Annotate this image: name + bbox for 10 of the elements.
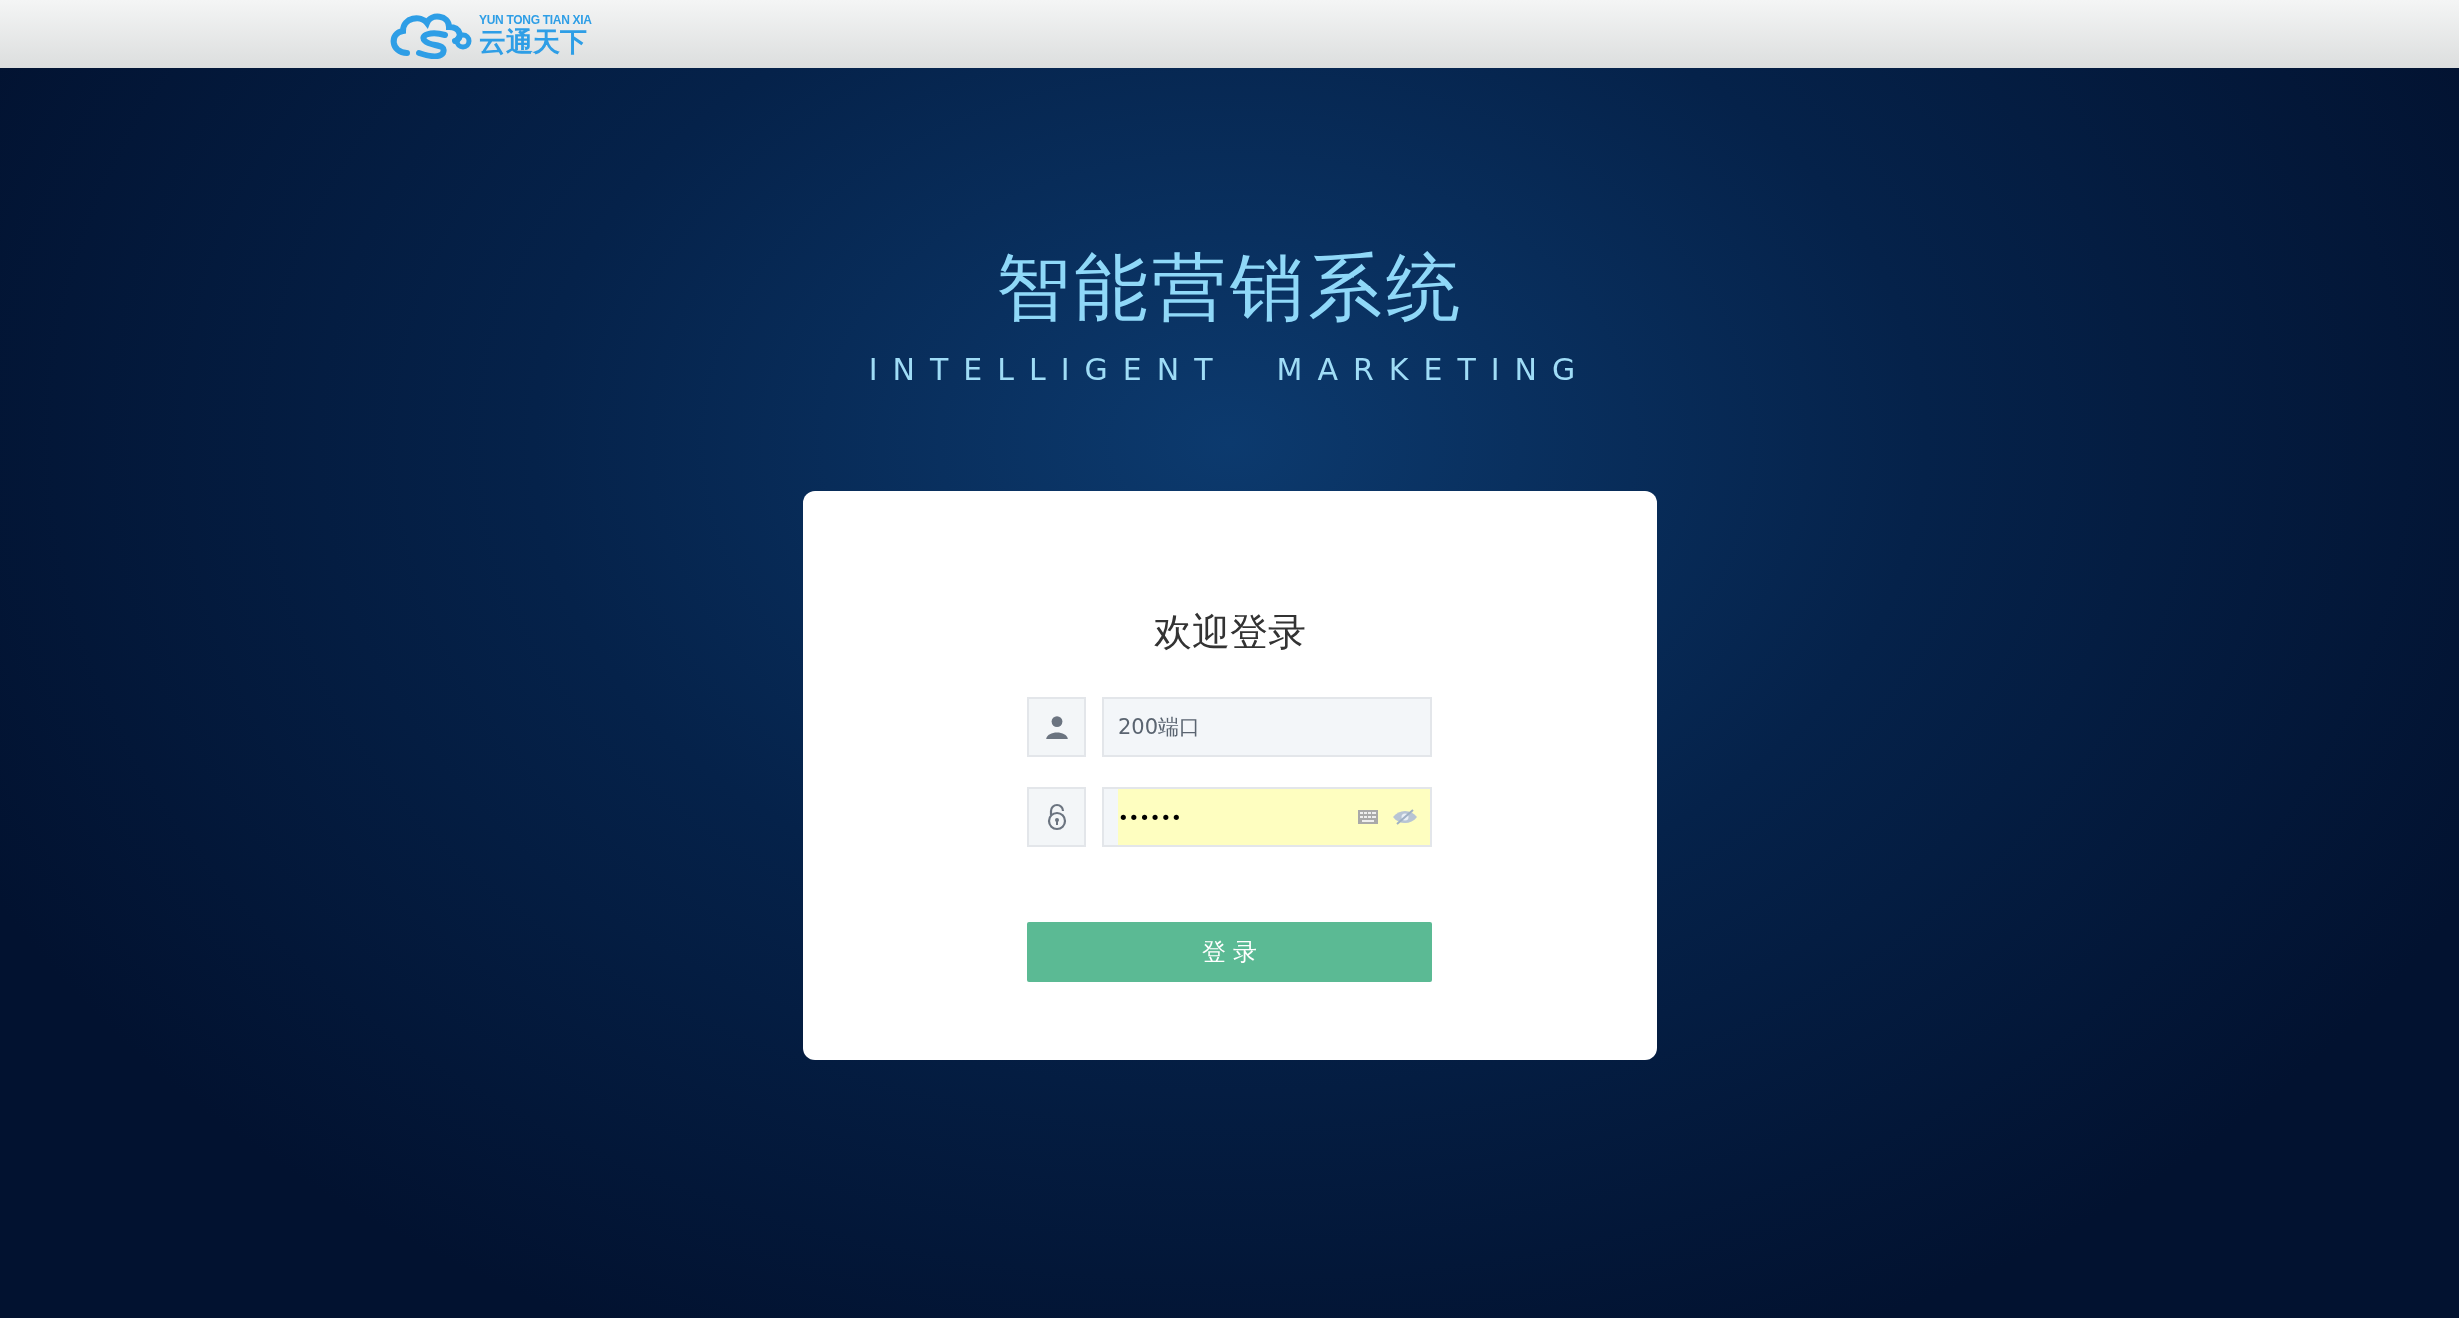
password-field[interactable]: •••••• <box>1102 787 1432 847</box>
system-title: 智能营销系统 <box>995 250 1464 324</box>
eye-slash-icon[interactable] <box>1392 809 1418 825</box>
logo-tagline: YUN TONG TIAN XIA <box>479 13 592 26</box>
login-heading: 欢迎登录 <box>1153 613 1306 651</box>
system-subtitle: INTELLIGENT MARKETING <box>868 352 1591 387</box>
keyboard-icon[interactable] <box>1358 810 1378 824</box>
logo-name: 云通天下 <box>479 27 588 55</box>
username-field[interactable]: 200端口 <box>1102 697 1432 757</box>
user-icon <box>1043 714 1070 740</box>
